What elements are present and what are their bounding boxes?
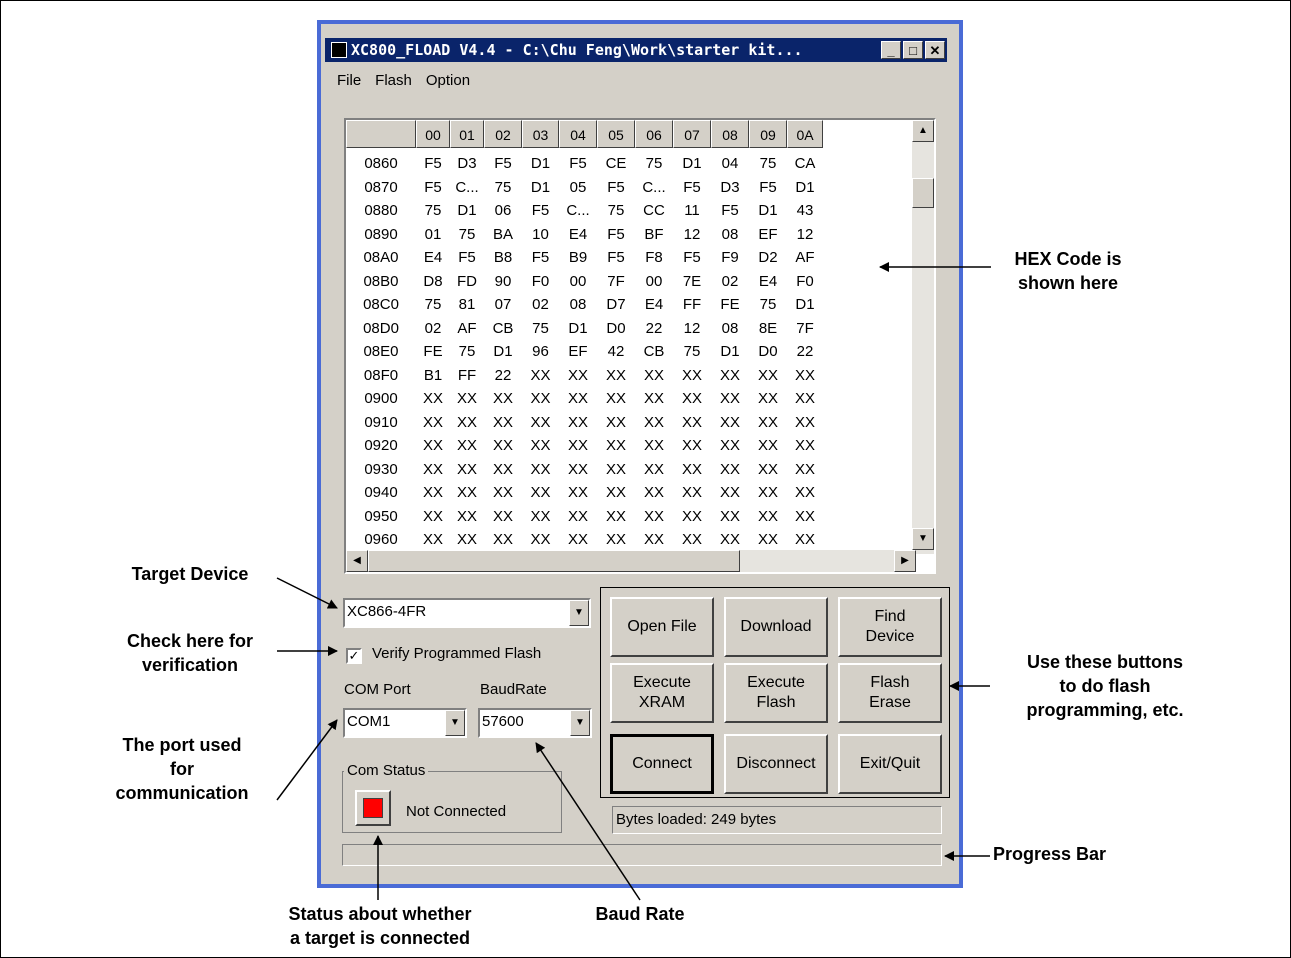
arrow-target: [276, 577, 338, 609]
arrow-baud: [535, 742, 641, 901]
arrow-port: [276, 719, 338, 801]
annotation-arrows: [276, 262, 991, 901]
